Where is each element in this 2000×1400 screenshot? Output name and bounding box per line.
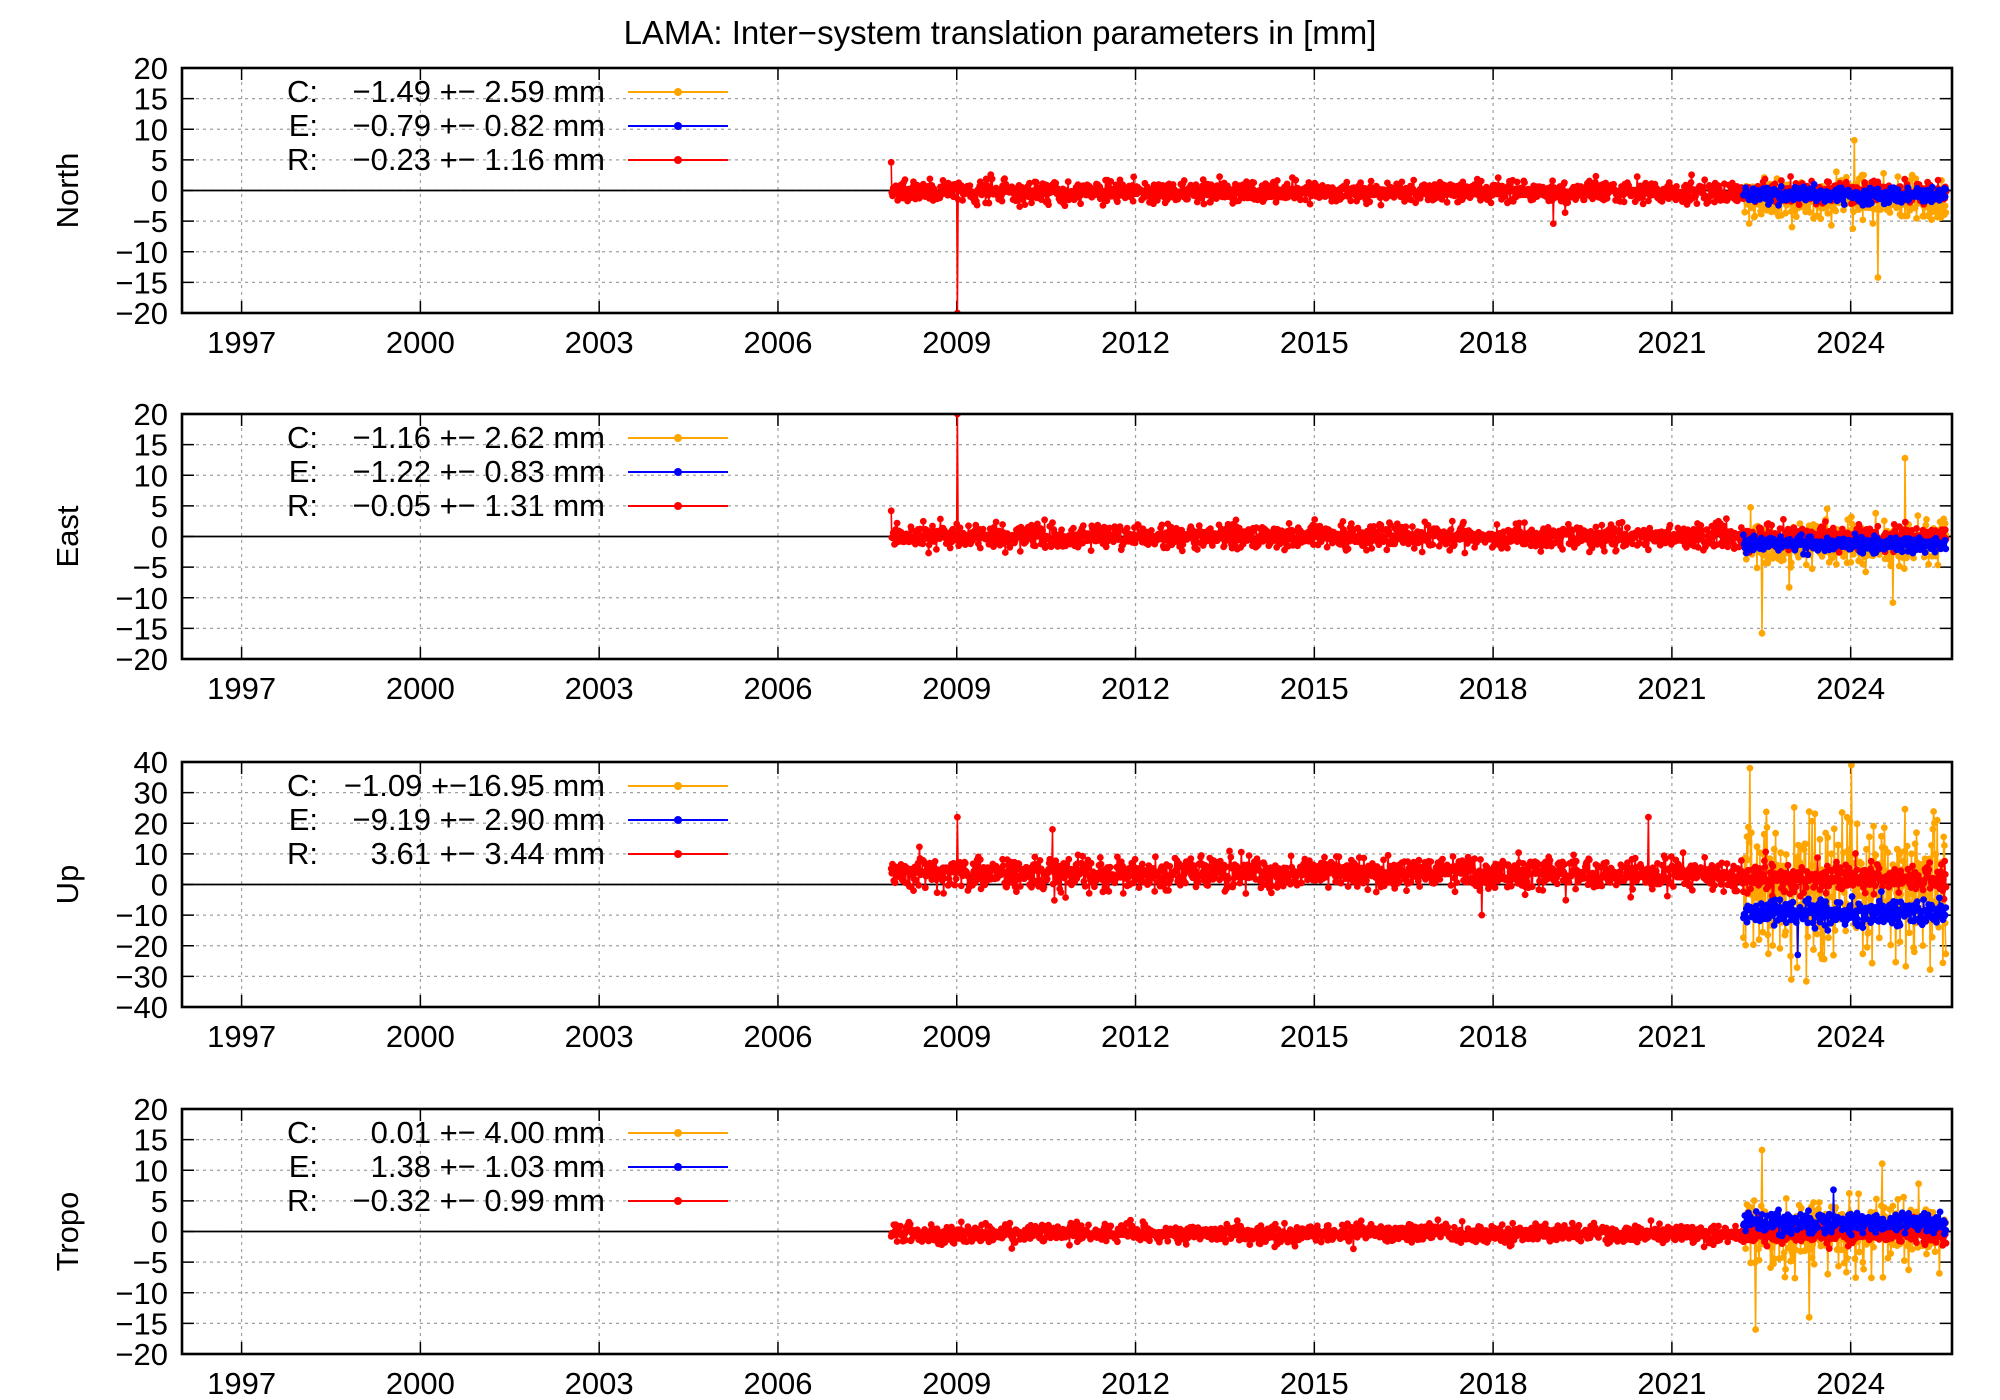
legend-stats-C: −1.16 +− 2.62 mm: [353, 420, 605, 455]
legend-marker-C: [674, 88, 682, 96]
panel-tropo: 20151050−5−10−15−201997 2000 2003 2006 2009 2…: [50, 1092, 1954, 1400]
x-tick-label: 1997: [207, 325, 276, 360]
legend-label-C: C:: [287, 420, 318, 455]
legend-label-R: R:: [287, 1183, 318, 1218]
x-tick-label: 2006: [743, 671, 812, 706]
legend-stats-C: −1.09 +−16.95 mm: [344, 768, 605, 803]
x-tick-label: 2021: [1637, 671, 1706, 706]
x-tick-label: 2003: [565, 671, 634, 706]
y-axis-label: Tropo: [50, 1192, 85, 1272]
legend-stats-E: −1.22 +− 0.83 mm: [353, 454, 605, 489]
legend-label-E: E:: [289, 1149, 318, 1184]
x-tick-label: 2006: [743, 325, 812, 360]
legend-label-R: R:: [287, 488, 318, 523]
series-points-R: [887, 414, 1950, 557]
legend-marker-R: [674, 850, 682, 858]
legend-label-E: E:: [289, 108, 318, 143]
panel-east: 20151050−5−10−15−201997 2000 2003 2006 2009 2…: [50, 397, 1954, 706]
y-tick-label: −20: [115, 1337, 168, 1372]
legend-label-R: R:: [287, 142, 318, 177]
figure: 20151050−5−10−15−201997 2000 2003 2006 2009 2…: [50, 51, 1954, 1400]
legend-marker-E: [674, 122, 682, 130]
panel-up: 403020100−10−20−30−401997 2000 2003 2006 200…: [50, 745, 1954, 1054]
legend-stats-R: −0.32 +− 0.99 mm: [353, 1183, 605, 1218]
legend-marker-C: [674, 1129, 682, 1137]
x-tick-label: 2018: [1459, 325, 1528, 360]
x-tick-label: 2006: [743, 1019, 812, 1054]
legend-stats-C: −1.49 +− 2.59 mm: [353, 74, 605, 109]
legend-label-C: C:: [287, 768, 318, 803]
legend-marker-E: [674, 1163, 682, 1171]
x-tick-label: 2012: [1101, 325, 1170, 360]
series-points-C: [1740, 136, 1950, 281]
x-tick-label: 2003: [565, 1019, 634, 1054]
x-tick-label: 2009: [922, 1019, 991, 1054]
x-tick-label: 2009: [922, 671, 991, 706]
x-tick-label: 2009: [922, 1366, 991, 1400]
x-tick-label: 2015: [1280, 1019, 1349, 1054]
y-axis-label: East: [50, 505, 85, 567]
legend-label-E: E:: [289, 802, 318, 837]
series-group: [887, 1146, 1950, 1333]
x-tick-label: 2024: [1816, 671, 1885, 706]
x-tick-label: 2018: [1459, 1019, 1528, 1054]
y-axis-label: North: [50, 153, 85, 229]
x-tick-label: 2009: [922, 325, 991, 360]
x-tick-label: 2012: [1101, 1366, 1170, 1400]
legend-stats-E: −9.19 +− 2.90 mm: [353, 802, 605, 837]
series-group: [887, 762, 1950, 985]
x-tick-label: 2021: [1637, 325, 1706, 360]
y-axis-label: Up: [50, 865, 85, 905]
legend-marker-E: [674, 816, 682, 824]
legend-stats-C: 0.01 +− 4.00 mm: [371, 1115, 605, 1150]
x-tick-label: 2024: [1816, 325, 1885, 360]
legend-label-R: R:: [287, 836, 318, 871]
legend-stats-E: −0.79 +− 0.82 mm: [353, 108, 605, 143]
x-tick-label: 2000: [386, 1366, 455, 1400]
legend-marker-E: [674, 468, 682, 476]
x-tick-label: 2015: [1280, 671, 1349, 706]
x-tick-label: 2015: [1280, 325, 1349, 360]
legend-label-C: C:: [287, 1115, 318, 1150]
legend-stats-R: −0.23 +− 1.16 mm: [353, 142, 605, 177]
x-tick-label: 2000: [386, 671, 455, 706]
legend-marker-R: [674, 156, 682, 164]
legend-marker-C: [674, 434, 682, 442]
panel-north: 20151050−5−10−15−201997 2000 2003 2006 2009 2…: [50, 51, 1954, 360]
series-group: [887, 414, 1950, 637]
x-tick-label: 2018: [1459, 1366, 1528, 1400]
x-tick-label: 2012: [1101, 1019, 1170, 1054]
x-tick-label: 1997: [207, 671, 276, 706]
x-tick-label: 2024: [1816, 1019, 1885, 1054]
x-tick-label: 2021: [1637, 1019, 1706, 1054]
x-tick-label: 2018: [1459, 671, 1528, 706]
y-tick-label: −40: [115, 990, 168, 1025]
x-tick-label: 2021: [1637, 1366, 1706, 1400]
x-tick-label: 2003: [565, 325, 634, 360]
x-tick-label: 2006: [743, 1366, 812, 1400]
x-tick-label: 2012: [1101, 671, 1170, 706]
x-tick-label: 2000: [386, 1019, 455, 1054]
y-tick-label: −20: [115, 642, 168, 677]
legend-label-E: E:: [289, 454, 318, 489]
x-tick-label: 2024: [1816, 1366, 1885, 1400]
legend-marker-R: [674, 502, 682, 510]
x-tick-label: 1997: [207, 1366, 276, 1400]
legend-label-C: C:: [287, 74, 318, 109]
x-tick-label: 2003: [565, 1366, 634, 1400]
legend-stats-E: 1.38 +− 1.03 mm: [371, 1149, 605, 1184]
legend-stats-R: −0.05 +− 1.31 mm: [353, 488, 605, 523]
series-group: [887, 136, 1950, 313]
x-tick-label: 2015: [1280, 1366, 1349, 1400]
legend-marker-C: [674, 782, 682, 790]
legend-stats-R: 3.61 +− 3.44 mm: [371, 836, 605, 871]
y-tick-label: −20: [115, 296, 168, 331]
x-tick-label: 2000: [386, 325, 455, 360]
x-tick-label: 1997: [207, 1019, 276, 1054]
legend-marker-R: [674, 1197, 682, 1205]
